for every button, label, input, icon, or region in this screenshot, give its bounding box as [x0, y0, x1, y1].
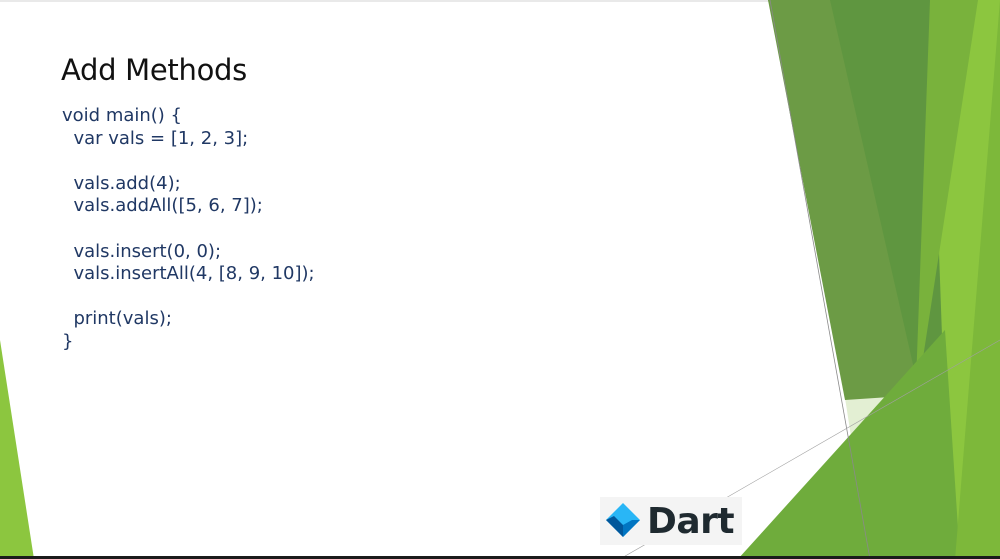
dart-logo-text: Dart: [647, 500, 735, 542]
code-line: print(vals);: [62, 308, 172, 330]
dart-logo-icon: [606, 503, 640, 537]
slide-title: Add Methods: [61, 53, 247, 87]
dart-logo: Dart: [600, 497, 742, 545]
code-line: vals.insertAll(4, [8, 9, 10]);: [62, 263, 315, 285]
code-line: }: [62, 330, 74, 352]
code-block: void main() { var vals = [1, 2, 3]; vals…: [62, 105, 315, 354]
slide: Add Methods void main() { var vals = [1,…: [0, 0, 1000, 559]
left-green-sliver: [0, 340, 34, 559]
code-line: void main() {: [62, 105, 183, 126]
code-line: vals.addAll([5, 6, 7]);: [62, 195, 263, 217]
code-line: var vals = [1, 2, 3];: [62, 127, 249, 149]
code-line: vals.add(4);: [62, 172, 181, 194]
code-line: vals.insert(0, 0);: [62, 240, 222, 262]
